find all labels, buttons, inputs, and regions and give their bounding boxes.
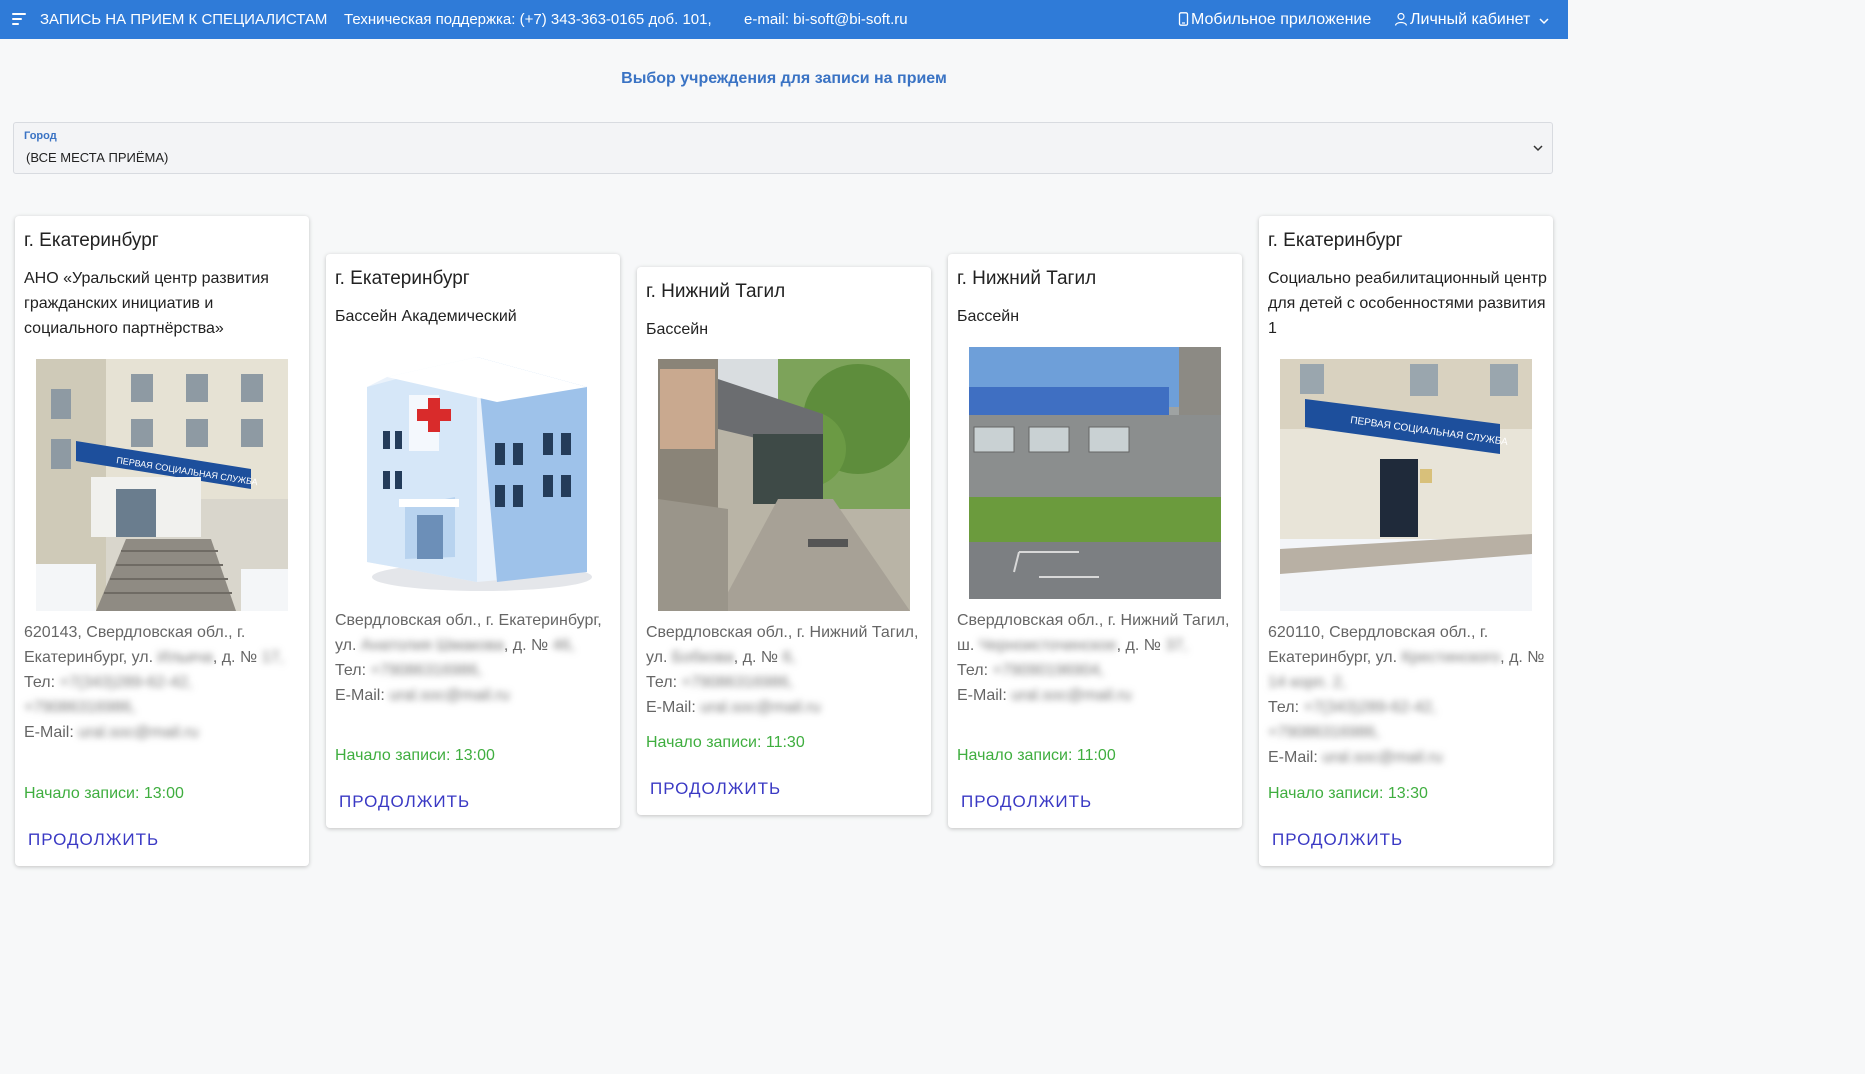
facility-card: г. Екатеринбург Социально реабилитационн… — [1259, 216, 1553, 866]
card-address: Свердловская обл., г. Нижний Тагил, ш. Ч… — [957, 612, 1230, 704]
card-org-name: Социально реабилитационный центр для дет… — [1268, 270, 1547, 337]
card-org-name: Бассейн Академический — [335, 308, 517, 325]
continue-button[interactable]: ПРОДОЛЖИТЬ — [961, 792, 1092, 812]
facility-card: г. Нижний Тагил Бассейн Свердловская обл… — [637, 267, 931, 815]
facility-photo: ПЕРВАЯ СОЦИАЛЬНАЯ СЛУЖБА — [36, 359, 288, 611]
city-select-value: (ВСЕ МЕСТА ПРИЁМА) — [26, 150, 169, 165]
facility-photo — [969, 347, 1221, 599]
facility-photo: ПЕРВАЯ СОЦИАЛЬНАЯ СЛУЖБА — [1280, 359, 1532, 611]
card-start-time: Начало записи: 11:30 — [646, 734, 805, 751]
card-address: 620143, Свердловская обл., г. Екатеринбу… — [24, 624, 284, 741]
card-address: 620110, Свердловская обл., г. Екатеринбу… — [1268, 624, 1545, 766]
chevron-down-icon — [1539, 18, 1549, 25]
phone-icon — [1178, 12, 1189, 26]
building-icon — [347, 347, 599, 599]
card-org-name: Бассейн — [646, 321, 709, 338]
continue-button[interactable]: ПРОДОЛЖИТЬ — [650, 779, 781, 799]
card-city: г. Нижний Тагил — [957, 268, 1097, 289]
card-start-time: Начало записи: 11:00 — [957, 747, 1116, 764]
card-city: г. Екатеринбург — [24, 230, 159, 251]
city-select[interactable]: Город (ВСЕ МЕСТА ПРИЁМА) — [13, 122, 1553, 174]
page-title: Выбор учреждения для записи на прием — [621, 70, 947, 87]
card-city: г. Нижний Тагил — [646, 281, 786, 302]
menu-icon[interactable] — [12, 13, 26, 25]
mobile-app-link[interactable]: Мобильное приложение — [1178, 11, 1371, 28]
continue-button[interactable]: ПРОДОЛЖИТЬ — [1272, 830, 1403, 850]
facility-photo — [658, 359, 910, 611]
app-title: ЗАПИСЬ НА ПРИЕМ К СПЕЦИАЛИСТАМ — [40, 11, 328, 28]
city-select-label: Город — [24, 130, 57, 142]
mobile-app-label: Мобильное приложение — [1191, 11, 1372, 28]
cabinet-menu[interactable]: Личный кабинет — [1394, 11, 1552, 28]
support-phone: Техническая поддержка: (+7) 343-363-0165… — [344, 11, 712, 28]
card-start-time: Начало записи: 13:00 — [335, 747, 495, 764]
card-start-time: Начало записи: 13:00 — [24, 785, 184, 802]
chevron-down-icon — [1533, 145, 1543, 152]
facility-card: г. Нижний Тагил Бассейн Свердловская обл… — [948, 254, 1242, 828]
facility-card: г. Екатеринбург Бассейн Академический Св… — [326, 254, 620, 828]
card-start-time: Начало записи: 13:30 — [1268, 785, 1428, 802]
card-org-name: Бассейн — [957, 308, 1020, 325]
user-icon — [1394, 12, 1408, 26]
continue-button[interactable]: ПРОДОЛЖИТЬ — [339, 792, 470, 812]
support-email: e-mail: bi-soft@bi-soft.ru — [744, 11, 908, 28]
card-city: г. Екатеринбург — [1268, 230, 1403, 251]
cabinet-label: Личный кабинет — [1410, 11, 1531, 28]
card-address: Свердловская обл., г. Нижний Тагил, ул. … — [646, 624, 919, 716]
card-city: г. Екатеринбург — [335, 268, 470, 289]
facility-card: г. Екатеринбург АНО «Уральский центр раз… — [15, 216, 309, 866]
continue-button[interactable]: ПРОДОЛЖИТЬ — [28, 830, 159, 850]
card-address: Свердловская обл., г. Екатеринбург, ул. … — [335, 612, 602, 704]
card-org-name: АНО «Уральский центр развития граждански… — [24, 270, 269, 337]
top-bar: ЗАПИСЬ НА ПРИЕМ К СПЕЦИАЛИСТАМ Техническ… — [0, 0, 1568, 39]
